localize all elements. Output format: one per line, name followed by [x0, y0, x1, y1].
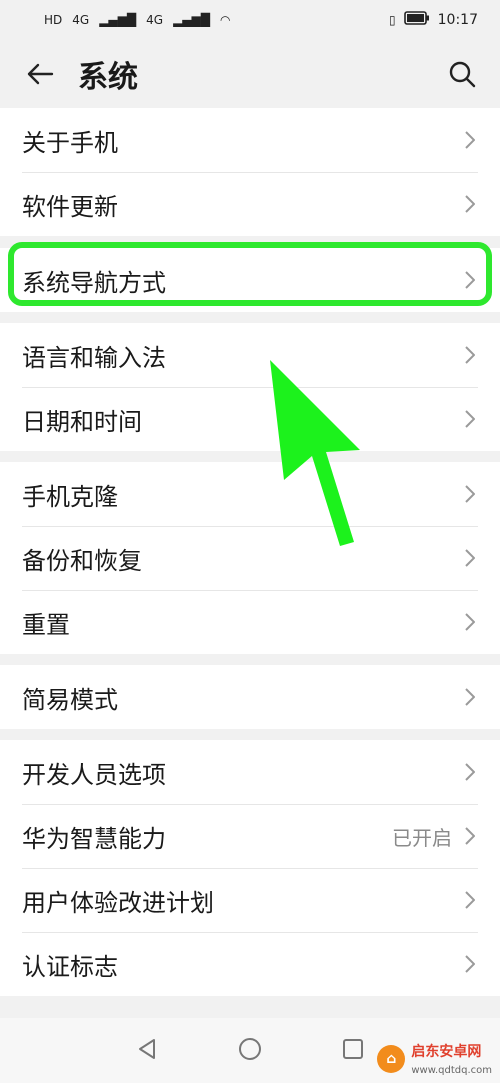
list-item-label: 日期和时间: [22, 407, 142, 436]
list-item-reset[interactable]: 重置: [0, 590, 500, 654]
list-item-label: 系统导航方式: [22, 268, 166, 297]
list-item-label: 开发人员选项: [22, 760, 166, 789]
chevron-right-icon: [462, 610, 478, 634]
status-bar: HD 4G ▂▄▆█ 4G ▂▄▆█ ◠ ▯ 10:17: [0, 0, 500, 40]
recents-square-icon[interactable]: [342, 1038, 364, 1064]
hd-badge: HD: [44, 13, 63, 27]
list-item-simple-mode[interactable]: 简易模式: [0, 665, 500, 729]
list-item-software-update[interactable]: 软件更新: [0, 172, 500, 236]
vibrate-icon: ▯: [389, 13, 396, 27]
list-item-label: 手机克隆: [22, 482, 118, 511]
network-type-2: 4G: [146, 13, 164, 27]
watermark: ⌂ 启东安卓网 www.qdtdq.com: [377, 1041, 492, 1077]
list-item-label: 软件更新: [22, 192, 118, 221]
chevron-right-icon: [462, 128, 478, 152]
signal-icon: ▂▄▆█: [99, 13, 137, 27]
list-item-huawei-intelligence[interactable]: 华为智慧能力 已开启: [0, 804, 500, 868]
list-item-backup-restore[interactable]: 备份和恢复: [0, 526, 500, 590]
list-item-label: 备份和恢复: [22, 546, 142, 575]
watermark-logo-icon: ⌂: [377, 1045, 406, 1073]
chevron-right-icon: [462, 343, 478, 367]
list-item-label: 重置: [22, 610, 70, 639]
chevron-right-icon: [462, 546, 478, 570]
chevron-right-icon: [462, 824, 478, 848]
status-left: HD 4G ▂▄▆█ 4G ▂▄▆█ ◠: [44, 13, 230, 27]
chevron-right-icon: [462, 268, 478, 292]
chevron-right-icon: [462, 888, 478, 912]
list-item-developer-options[interactable]: 开发人员选项: [0, 740, 500, 804]
status-value: 已开启: [392, 825, 452, 850]
chevron-right-icon: [462, 192, 478, 216]
back-triangle-icon[interactable]: [136, 1038, 158, 1064]
list-item-user-experience[interactable]: 用户体验改进计划: [0, 868, 500, 932]
wifi-icon: ◠: [219, 13, 231, 27]
chevron-right-icon: [462, 685, 478, 709]
watermark-text: 启东安卓网 www.qdtdq.com: [411, 1041, 492, 1077]
list-item-about-phone[interactable]: 关于手机: [0, 108, 500, 172]
app-bar: 系统: [0, 40, 500, 108]
back-arrow-icon[interactable]: [20, 54, 60, 94]
signal-icon-2: ▂▄▆█: [173, 13, 210, 27]
list-item-label: 简易模式: [22, 685, 118, 714]
list-item-system-navigation[interactable]: 系统导航方式: [0, 248, 500, 312]
chevron-right-icon: [462, 407, 478, 431]
list-item-date-time[interactable]: 日期和时间: [0, 387, 500, 451]
watermark-url: www.qdtdq.com: [411, 1065, 492, 1076]
settings-group-2: 系统导航方式: [0, 248, 500, 312]
list-item-label: 关于手机: [22, 128, 118, 157]
list-item-label: 用户体验改进计划: [22, 888, 214, 917]
list-item-label: 华为智慧能力: [22, 824, 166, 853]
list-item-language-input[interactable]: 语言和输入法: [0, 323, 500, 387]
search-icon[interactable]: [442, 54, 482, 94]
list-item-label: 语言和输入法: [22, 343, 166, 372]
chevron-right-icon: [462, 952, 478, 976]
network-type: 4G: [72, 13, 90, 27]
status-right: ▯ 10:17: [389, 11, 478, 29]
list-item-label: 认证标志: [22, 952, 118, 981]
watermark-name: 启东安卓网: [411, 1044, 482, 1060]
chevron-right-icon: [462, 482, 478, 506]
settings-group-4: 手机克隆 备份和恢复 重置: [0, 462, 500, 654]
chevron-right-icon: [462, 760, 478, 784]
list-item-certification[interactable]: 认证标志: [0, 932, 500, 996]
settings-group-3: 语言和输入法 日期和时间: [0, 323, 500, 451]
settings-group-5: 简易模式: [0, 665, 500, 729]
clock: 10:17: [437, 12, 478, 28]
battery-icon: [403, 11, 430, 29]
settings-group-1: 关于手机 软件更新: [0, 108, 500, 236]
settings-group-6: 开发人员选项 华为智慧能力 已开启 用户体验改进计划 认证标志: [0, 740, 500, 996]
list-item-phone-clone[interactable]: 手机克隆: [0, 462, 500, 526]
page-title: 系统: [78, 60, 138, 95]
home-circle-icon[interactable]: [238, 1037, 262, 1065]
